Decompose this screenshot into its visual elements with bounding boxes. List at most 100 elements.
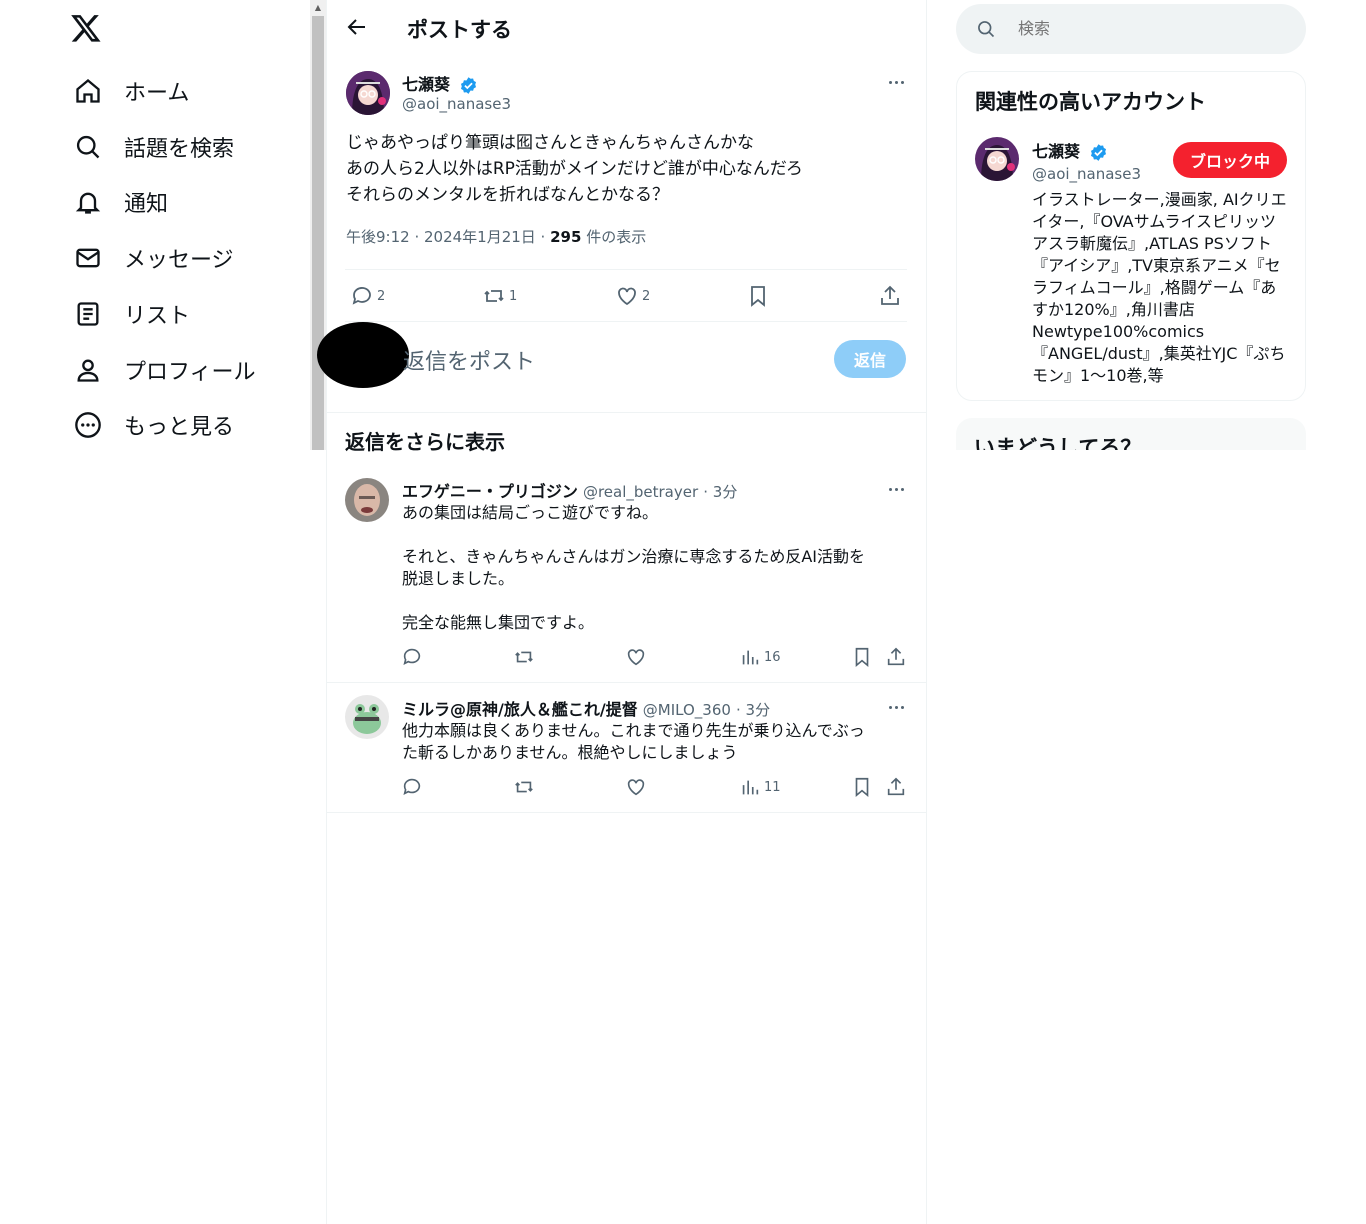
nav-label: 通知 (124, 192, 169, 217)
related-account-bio: イラストレーター,漫画家, AIクリエイター,『OVAサムライスピリッツアスラ斬… (1032, 190, 1287, 385)
reply-author-name[interactable]: ミルラ@原神/旅人＆艦これ/提督 (402, 700, 638, 719)
reply-time[interactable]: · 3分 (703, 483, 737, 501)
divider (327, 682, 926, 683)
repost-button[interactable]: 1 (481, 283, 517, 309)
nav-profile[interactable]: プロフィール (72, 348, 256, 392)
more-options-icon[interactable] (884, 477, 908, 501)
nav-label: プロフィール (124, 360, 256, 385)
reply-avatar[interactable] (345, 695, 389, 739)
scroll-up-arrow-icon[interactable]: ▲ (312, 2, 324, 14)
blocked-button[interactable]: ブロック中 (1173, 142, 1287, 178)
reply-button[interactable] (401, 646, 423, 668)
nav-label: リスト (124, 304, 191, 329)
search-input[interactable] (1016, 4, 1290, 56)
bookmark-button[interactable] (851, 776, 873, 798)
repost-icon (515, 781, 533, 793)
verified-badge-icon (1091, 144, 1107, 161)
reply-avatar[interactable] (345, 478, 389, 522)
repost-button[interactable] (513, 776, 535, 798)
reply-author-handle[interactable]: @MILO_360 (643, 701, 731, 719)
more-replies-title: 返信をさらに表示 (345, 430, 505, 454)
view-count: 16 (764, 649, 781, 665)
like-count: 2 (642, 288, 651, 304)
scrollbar-thumb[interactable] (312, 16, 324, 450)
author-handle[interactable]: @aoi_nanase3 (402, 95, 511, 113)
search-icon (976, 19, 996, 43)
bell-icon (72, 186, 104, 218)
like-button[interactable] (625, 646, 647, 668)
list-icon (72, 298, 104, 330)
nav-label: ホーム (124, 81, 190, 106)
reply-header: ミルラ@原神/旅人＆艦これ/提督 @MILO_360 · 3分 (402, 696, 770, 720)
search-bar[interactable] (956, 4, 1306, 56)
reply-author-name[interactable]: エフゲニー・プリゴジン (402, 482, 578, 501)
x-logo-icon[interactable] (70, 12, 106, 48)
heart-icon (627, 779, 645, 796)
left-navigation: ホーム 話題を検索 通知 メッセージ リスト プロフィール もっと見る (0, 0, 310, 450)
views-button[interactable]: 11 (739, 776, 781, 798)
share-icon (887, 647, 905, 666)
view-count-suffix: 件の表示 (581, 228, 647, 246)
bookmark-icon (745, 283, 771, 309)
like-button[interactable]: 2 (614, 283, 650, 309)
related-account-name-row[interactable]: 七瀬葵 (1032, 138, 1108, 162)
redacted-avatar (317, 322, 409, 388)
analytics-icon (742, 780, 759, 795)
related-account-name[interactable]: 七瀬葵 (1032, 142, 1080, 161)
post-timestamp[interactable]: 午後9:12 · 2024年1月21日 · (346, 228, 550, 246)
related-account-handle[interactable]: @aoi_nanase3 (1032, 165, 1141, 183)
repost-count: 1 (509, 288, 518, 304)
reply-submit-button[interactable]: 返信 (834, 340, 906, 378)
nav-label: もっと見る (124, 415, 235, 440)
whats-happening-title: いまどうしてる？ (974, 436, 1142, 450)
reply-button[interactable] (401, 776, 423, 798)
author-avatar[interactable] (346, 71, 390, 115)
bookmark-icon (855, 647, 869, 668)
mail-icon (72, 242, 104, 274)
repost-icon (481, 283, 507, 309)
heart-icon (627, 649, 645, 666)
reply-icon (349, 283, 375, 309)
reply-button[interactable]: 2 (349, 283, 385, 309)
bookmark-button[interactable] (851, 646, 873, 668)
reply-text: 他力本願は良くありません。これまで通り先生が乗り込んでぶっ た斬るしかありません… (402, 721, 865, 762)
repost-icon (515, 651, 533, 663)
divider (345, 321, 907, 322)
nav-messages[interactable]: メッセージ (72, 236, 234, 280)
reply-text: あの集団は結局ごっこ遊びですね。 それと、きゃんちゃんさんはガン治療に専念するた… (402, 503, 866, 632)
bookmark-button[interactable] (745, 283, 771, 309)
share-button[interactable] (885, 776, 907, 798)
reply-time[interactable]: · 3分 (736, 701, 770, 719)
post-meta: 午後9:12 · 2024年1月21日 · 295 件の表示 (346, 226, 646, 247)
more-options-icon[interactable] (884, 70, 908, 94)
related-accounts-title: 関連性の高いアカウント (975, 90, 1206, 114)
nav-explore[interactable]: 話題を検索 (72, 125, 234, 169)
author-name-row[interactable]: 七瀬葵 (402, 71, 478, 95)
related-account-avatar[interactable] (975, 137, 1019, 181)
reply-author-handle[interactable]: @real_betrayer (583, 483, 698, 501)
whats-happening-panel: いまどうしてる？ (956, 418, 1306, 450)
reply-icon (403, 778, 421, 795)
share-button[interactable] (877, 283, 903, 309)
more-options-icon[interactable] (884, 695, 908, 719)
share-button[interactable] (885, 646, 907, 668)
reply-input[interactable]: 返信をポスト (403, 344, 535, 376)
nav-home[interactable]: ホーム (72, 69, 189, 113)
back-arrow-icon[interactable] (345, 15, 371, 41)
repost-button[interactable] (513, 646, 535, 668)
nav-lists[interactable]: リスト (72, 292, 190, 336)
reply-icon (403, 648, 421, 665)
author-name[interactable]: 七瀬葵 (402, 75, 450, 94)
nav-notifications[interactable]: 通知 (72, 180, 168, 224)
view-count: 295 (550, 228, 582, 246)
main-column: ポストする 七瀬葵 @aoi_nanase3 じゃあやっぱり筆頭は囮さんときゃん… (317, 0, 927, 1224)
nav-label: 話題を検索 (124, 137, 235, 162)
search-icon (72, 131, 104, 163)
verified-badge-icon (461, 77, 477, 94)
like-button[interactable] (625, 776, 647, 798)
heart-icon (614, 283, 640, 309)
share-icon (887, 777, 905, 796)
nav-more[interactable]: もっと見る (72, 403, 234, 447)
views-button[interactable]: 16 (739, 646, 781, 668)
divider (327, 412, 926, 413)
